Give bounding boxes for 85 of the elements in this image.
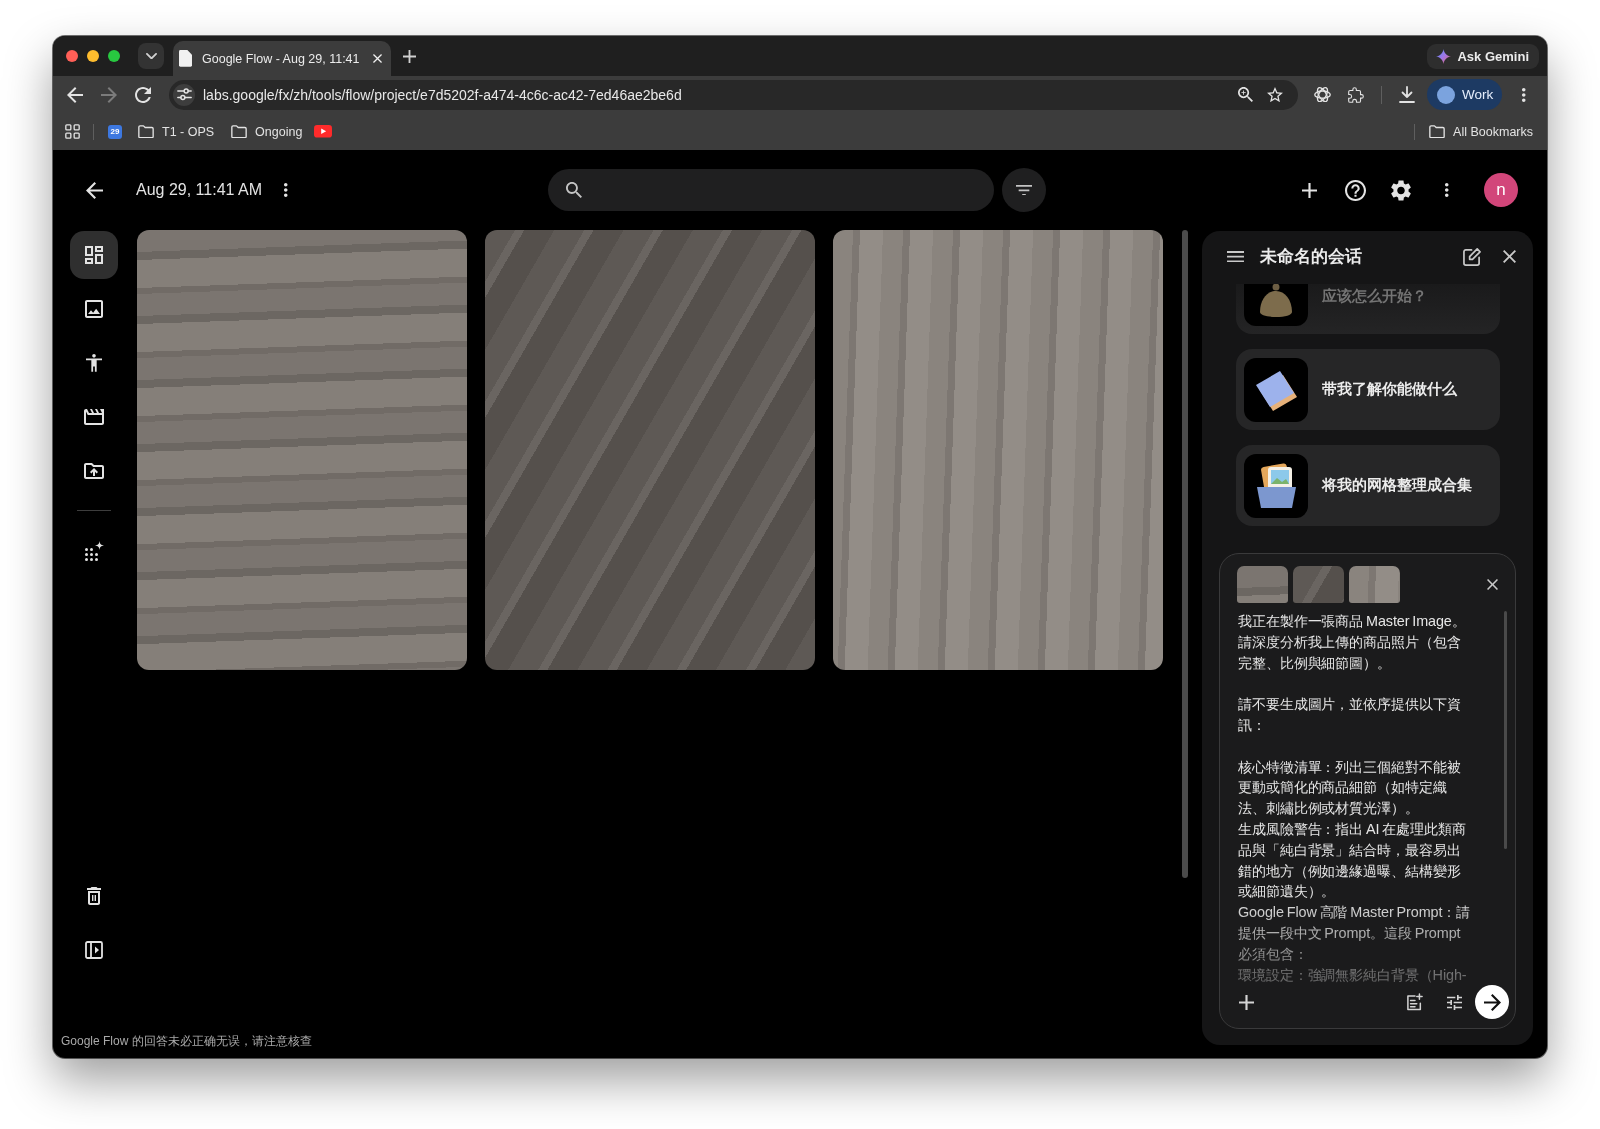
sparkle-icon (1436, 48, 1452, 64)
settings-icon (1391, 179, 1411, 201)
edit-icon (1463, 247, 1481, 266)
person-icon (86, 354, 102, 372)
play-icon (314, 125, 333, 138)
photo-thumbnail[interactable] (1293, 566, 1344, 603)
plus-icon (402, 49, 416, 63)
image-icon (85, 300, 103, 318)
site-info-button[interactable] (173, 83, 195, 106)
kebab-icon (1445, 183, 1449, 197)
window-minimize-button[interactable] (87, 50, 99, 62)
filter-icon (1016, 184, 1032, 196)
disclaimer-text: Google Flow 的回答未必正确无误，请注意核查 (61, 1032, 312, 1050)
panel-toggle-icon (85, 941, 103, 959)
suggestion-card[interactable]: 将我的网格整理成合集 (1236, 445, 1500, 526)
search-field[interactable] (548, 169, 994, 211)
toggles-icon (176, 88, 192, 101)
arrow-right-icon (1483, 993, 1501, 1011)
sliders-icon (1446, 994, 1462, 1010)
star-icon (1267, 86, 1283, 103)
apps-grid-icon (64, 124, 80, 139)
send-button[interactable] (1475, 985, 1509, 1019)
account-avatar[interactable]: n (1484, 173, 1518, 207)
kebab-icon (1522, 87, 1526, 102)
bookmark-folder[interactable]: Ongoing (225, 121, 309, 142)
close-icon (373, 54, 382, 63)
project-title: Aug 29, 11:41 AM (136, 181, 262, 199)
search-icon (566, 182, 582, 198)
prompt-paragraph: 生成風險警告：指出 AI 在處理此類商品與「純白背景」結合時，最容易出錯的地方（例如邊緣過曝、結構變形或細節遺失）。 (1238, 819, 1467, 902)
scrollbar[interactable] (1182, 230, 1188, 878)
page-icon (179, 50, 192, 67)
apps-button[interactable] (64, 123, 80, 140)
profile-button[interactable]: Work (1427, 79, 1502, 110)
chat-title: 未命名的会话 (1260, 245, 1362, 267)
address-bar[interactable]: labs.google/fx/zh/tools/flow/project/e7d5202f-a474-4c6c-ac42-7ed46ae2be6d (169, 79, 1298, 110)
suggestion-card[interactable]: 带我了解你能做什么 (1236, 349, 1500, 430)
folder-icon (1244, 453, 1308, 518)
window-zoom-button[interactable] (108, 50, 120, 62)
bookmark-folder[interactable]: T1 - OPS (132, 121, 221, 142)
browser-tab[interactable]: Google Flow - Aug 29, 11:41 (173, 41, 391, 76)
puzzle-icon (1348, 86, 1364, 103)
menu-icon (1226, 250, 1244, 263)
prompt-paragraph: 我正在製作一張商品 Master Image。請深度分析我上傳的商品照片（包含完整、比例與細節圖）。 (1238, 612, 1467, 673)
note-add-icon (1407, 993, 1423, 1011)
arrow-right-icon (101, 86, 117, 103)
bell-icon (1244, 284, 1308, 326)
prompt-paragraph: 核心特徵清單：列出三個絕對不能被更動或簡化的商品細節（如特定織法、刺繡比例或材質光澤）。 (1238, 757, 1462, 819)
folder-icon (231, 124, 248, 139)
filter-button[interactable] (1002, 168, 1046, 212)
book-icon (1244, 357, 1308, 422)
plus-icon (1238, 994, 1254, 1010)
prompt-paragraph: Google Flow 高階 Master Prompt：請提供一段中文 Prompt。這段 Prompt 必須包含： (1238, 903, 1472, 964)
folder-icon (1429, 124, 1446, 139)
all-bookmarks-button[interactable]: All Bookmarks (1423, 121, 1539, 142)
close-icon (1502, 250, 1516, 263)
plus-icon (1301, 182, 1317, 198)
scrollbar[interactable] (1504, 611, 1507, 849)
close-icon (1486, 579, 1498, 590)
layout-grid-icon (85, 246, 103, 264)
arrow-left-icon (85, 181, 103, 199)
folder-upload-icon (84, 463, 104, 479)
prompt-paragraph: 請不要生成圖片，並依序提供以下資訊： (1238, 695, 1462, 735)
download-icon (1399, 86, 1415, 103)
sidebar-item[interactable] (70, 231, 118, 279)
calendar-bookmark[interactable]: 29 (108, 124, 122, 139)
photo-thumbnail[interactable] (1237, 566, 1288, 603)
arrow-left-icon (67, 86, 83, 103)
sparkle-grid-icon (84, 541, 104, 561)
clapperboard-icon (84, 409, 104, 425)
atom-icon (1313, 86, 1331, 103)
window-close-button[interactable] (66, 50, 78, 62)
video-bookmark[interactable] (314, 125, 333, 138)
suggestion-card[interactable]: 应该怎么开始？ (1236, 284, 1500, 334)
chevron-down-icon (145, 52, 157, 60)
reload-icon (135, 86, 151, 103)
ask-gemini-button[interactable]: Ask Gemini (1427, 43, 1539, 69)
trash-icon (87, 887, 101, 905)
tab-search-button[interactable] (138, 43, 164, 69)
zoom-in-icon (1237, 87, 1253, 102)
avatar-icon (1437, 85, 1455, 104)
help-icon (1344, 179, 1366, 201)
kebab-icon (284, 183, 288, 197)
folder-icon (138, 124, 154, 139)
photo-thumbnail[interactable] (1349, 566, 1400, 603)
prompt-paragraph: 環境設定：強調無影純白背景（High- (1238, 965, 1468, 985)
